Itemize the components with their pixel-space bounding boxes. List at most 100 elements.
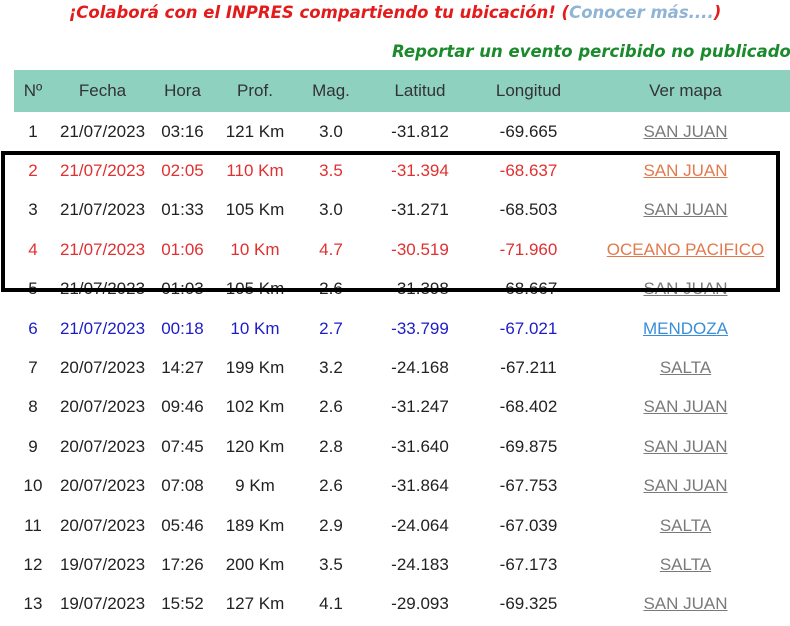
map-link[interactable]: MENDOZA bbox=[643, 319, 728, 338]
map-link[interactable]: SAN JUAN bbox=[643, 476, 727, 495]
cell-time: 01:03 bbox=[161, 279, 204, 299]
header-longitude: Longitud bbox=[476, 70, 581, 112]
map-link[interactable]: SAN JUAN bbox=[643, 161, 727, 180]
table-row: 1 21/07/2023 03:16 121 Km 3.0 -31.812 -69.665 S… bbox=[14, 112, 790, 151]
cell-depth: 102 Km bbox=[225, 397, 285, 417]
report-event-link[interactable]: Reportar un evento percibido no publicad… bbox=[392, 38, 790, 66]
cell-number: 2 bbox=[28, 161, 38, 181]
cell-time: 07:08 bbox=[161, 476, 204, 496]
cell-magnitude: 3.5 bbox=[319, 161, 343, 181]
table-row: 8 20/07/2023 09:46 102 Km 2.6 -31.247 -68.402 S… bbox=[14, 388, 790, 427]
cell-longitude: -67.211 bbox=[500, 358, 557, 378]
cell-time: 17:26 bbox=[161, 554, 204, 574]
cell-number: 5 bbox=[28, 279, 38, 299]
map-link[interactable]: OCEANO PACIFICO bbox=[607, 240, 764, 259]
cell-longitude: -68.637 bbox=[499, 161, 558, 181]
cell-date: 21/07/2023 bbox=[59, 279, 146, 299]
map-link[interactable]: SALTA bbox=[660, 516, 711, 535]
earthquake-table-container: Nº Fecha Hora Prof. Mag. Latitud Longitu… bbox=[14, 70, 790, 624]
cell-date: 20/07/2023 bbox=[59, 397, 146, 417]
banner-close-paren: ) bbox=[713, 3, 722, 22]
cell-longitude: -68.503 bbox=[499, 200, 558, 220]
cell-number: 8 bbox=[28, 397, 38, 417]
cell-depth: 9 Km bbox=[235, 476, 275, 496]
table-row: 3 21/07/2023 01:33 105 Km 3.0 -31.271 -68.503 S… bbox=[14, 191, 790, 230]
learn-more-link[interactable]: Conocer más.... bbox=[569, 3, 714, 22]
table-header-row: Nº Fecha Hora Prof. Mag. Latitud Longitu… bbox=[14, 70, 790, 112]
cell-number: 11 bbox=[24, 515, 42, 535]
cell-depth: 10 Km bbox=[230, 318, 280, 338]
cell-date: 21/07/2023 bbox=[59, 161, 146, 181]
cell-magnitude: 2.6 bbox=[319, 397, 343, 417]
header-map: Ver mapa bbox=[581, 70, 790, 112]
cell-depth: 200 Km bbox=[225, 554, 285, 574]
map-link[interactable]: SALTA bbox=[660, 555, 711, 574]
cell-date: 21/07/2023 bbox=[59, 239, 146, 259]
cell-time: 01:33 bbox=[161, 200, 204, 220]
cell-longitude: -69.875 bbox=[499, 436, 558, 456]
cell-map: SAN JUAN bbox=[581, 112, 790, 151]
cell-depth: 105 Km bbox=[225, 279, 285, 299]
cell-longitude: -68.402 bbox=[499, 397, 558, 417]
cell-time: 07:45 bbox=[161, 436, 204, 456]
cell-longitude: -67.021 bbox=[499, 318, 558, 338]
cell-depth: 189 Km bbox=[225, 515, 285, 535]
table-row: 6 21/07/2023 00:18 10 Km 2.7 -33.799 -67.021 ME… bbox=[14, 309, 790, 348]
header-number: Nº bbox=[14, 70, 52, 112]
table-row: 13 19/07/2023 15:52 127 Km 4.1 -29.093 -69.325… bbox=[14, 585, 790, 624]
map-link[interactable]: SAN JUAN bbox=[643, 122, 727, 141]
table-row: 5 21/07/2023 01:03 105 Km 2.6 -31.398 -68.667 S… bbox=[14, 270, 790, 309]
cell-latitude: -31.398 bbox=[391, 279, 449, 299]
cell-time: 15:52 bbox=[161, 594, 204, 614]
cell-date: 19/07/2023 bbox=[59, 554, 146, 574]
cell-latitude: -24.168 bbox=[391, 358, 449, 378]
header-time: Hora bbox=[153, 70, 212, 112]
cell-time: 14:27 bbox=[161, 358, 204, 378]
cell-map: SALTA bbox=[581, 545, 790, 584]
map-link[interactable]: SAN JUAN bbox=[643, 397, 727, 416]
cell-longitude: -69.325 bbox=[499, 594, 558, 614]
cell-magnitude: 3.0 bbox=[319, 200, 343, 220]
cell-number: 13 bbox=[23, 594, 43, 614]
map-link[interactable]: SAN JUAN bbox=[643, 200, 727, 219]
cell-depth: 120 Km bbox=[225, 436, 285, 456]
cell-number: 12 bbox=[23, 554, 43, 574]
cell-map: SALTA bbox=[581, 348, 790, 387]
cell-number: 7 bbox=[28, 358, 38, 378]
cell-latitude: -31.640 bbox=[391, 436, 449, 456]
cell-time: 01:06 bbox=[161, 239, 204, 259]
cell-map: OCEANO PACIFICO bbox=[581, 230, 790, 269]
cell-magnitude: 3.2 bbox=[319, 358, 343, 378]
table-row: 11 20/07/2023 05:46 189 Km 2.9 -24.064 -67.039… bbox=[14, 506, 790, 545]
map-link[interactable]: SAN JUAN bbox=[643, 437, 727, 456]
cell-depth: 121 Km bbox=[225, 121, 285, 141]
cell-map: SAN JUAN bbox=[581, 427, 790, 466]
header-latitude: Latitud bbox=[364, 70, 476, 112]
cell-map: SAN JUAN bbox=[581, 585, 790, 624]
cell-magnitude: 3.5 bbox=[319, 554, 343, 574]
cell-time: 05:46 bbox=[161, 515, 204, 535]
cell-number: 3 bbox=[28, 200, 38, 220]
cell-date: 20/07/2023 bbox=[59, 436, 146, 456]
cell-map: SAN JUAN bbox=[581, 191, 790, 230]
cell-number: 4 bbox=[28, 239, 38, 259]
header-depth: Prof. bbox=[212, 70, 298, 112]
cell-magnitude: 4.1 bbox=[319, 594, 343, 614]
collaborate-banner: ¡Colaborá con el INPRES compartiendo tu … bbox=[0, 0, 790, 26]
cell-latitude: -31.271 bbox=[391, 200, 449, 220]
cell-depth: 127 Km bbox=[225, 594, 285, 614]
cell-map: MENDOZA bbox=[581, 309, 790, 348]
cell-longitude: -67.173 bbox=[499, 554, 558, 574]
cell-date: 19/07/2023 bbox=[59, 594, 146, 614]
map-link[interactable]: SALTA bbox=[660, 358, 711, 377]
map-link[interactable]: SAN JUAN bbox=[643, 279, 727, 298]
earthquake-table: Nº Fecha Hora Prof. Mag. Latitud Longitu… bbox=[14, 70, 790, 624]
cell-number: 1 bbox=[28, 121, 38, 141]
cell-magnitude: 2.8 bbox=[319, 436, 343, 456]
cell-latitude: -29.093 bbox=[391, 594, 449, 614]
banner-text: ¡Colaborá con el INPRES compartiendo tu … bbox=[68, 3, 570, 22]
cell-depth: 199 Km bbox=[225, 358, 285, 378]
cell-number: 10 bbox=[23, 476, 43, 496]
cell-map: SAN JUAN bbox=[581, 270, 790, 309]
map-link[interactable]: SAN JUAN bbox=[643, 594, 727, 613]
